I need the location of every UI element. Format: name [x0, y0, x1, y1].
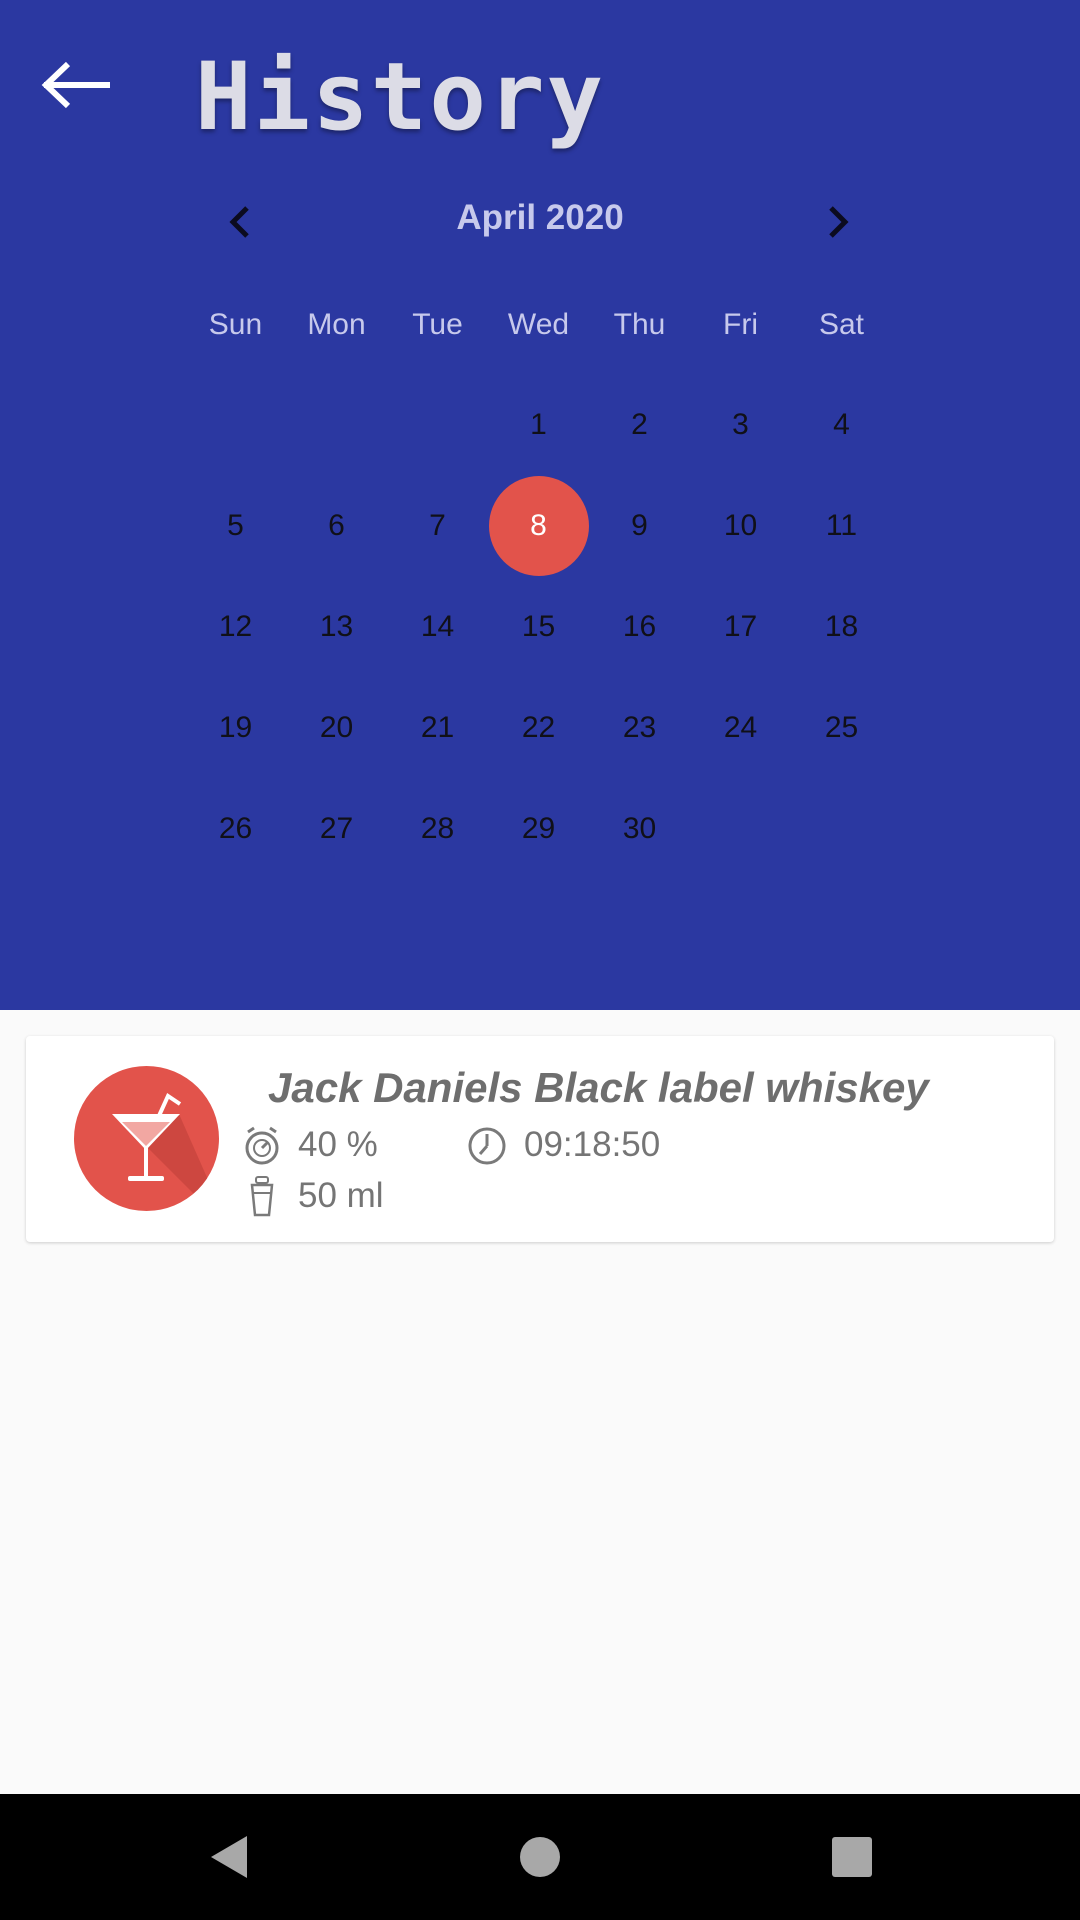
calendar-day[interactable]: 28	[387, 778, 488, 879]
calendar-day[interactable]: 5	[185, 475, 286, 576]
calendar-day-number: 10	[723, 508, 758, 542]
calendar-day[interactable]: 6	[286, 475, 387, 576]
calendar-day-number: 11	[825, 508, 858, 542]
calendar-day-number: 30	[622, 811, 657, 845]
calendar-day-number: 3	[732, 407, 749, 441]
calendar-empty-cell	[791, 778, 892, 879]
clock-icon	[468, 1127, 506, 1165]
calendar-day[interactable]: 10	[690, 475, 791, 576]
calendar-day[interactable]: 1	[488, 374, 589, 475]
weekday-header-row: Sun Mon Tue Wed Thu Fri Sat	[185, 300, 895, 350]
calendar-day-number: 24	[723, 710, 758, 744]
calendar-day[interactable]: 16	[589, 576, 690, 677]
abv-stat: 40 %	[242, 1122, 378, 1168]
calendar-day-number: 14	[420, 609, 455, 643]
calendar-day-number: 16	[622, 609, 657, 643]
calendar-day[interactable]: 19	[185, 677, 286, 778]
calendar-day[interactable]: 14	[387, 576, 488, 677]
calendar-day[interactable]: 13	[286, 576, 387, 677]
calendar-day-number: 17	[723, 609, 758, 643]
calendar-day-number: 20	[319, 710, 354, 744]
calendar-day[interactable]: 27	[286, 778, 387, 879]
calendar-day-number: 1	[530, 407, 547, 441]
calendar-day-number: 5	[227, 508, 244, 542]
calendar-day-number: 8	[488, 475, 589, 576]
calendar-day[interactable]: 18	[791, 576, 892, 677]
previous-month-chevron-icon[interactable]	[207, 190, 271, 254]
cocktail-icon	[74, 1066, 219, 1211]
month-label: April 2020	[456, 198, 624, 237]
system-navigation-bar	[0, 1794, 1080, 1920]
calendar-day-number: 28	[420, 811, 455, 845]
time-value: 09:18:50	[524, 1125, 661, 1164]
volume-stat: 50 ml	[242, 1173, 384, 1219]
calendar-day-number: 22	[521, 710, 556, 744]
weekday-label: Fri	[723, 308, 758, 341]
calendar-day-number: 12	[218, 609, 253, 643]
page-title: History	[195, 43, 606, 152]
next-month-chevron-icon[interactable]	[807, 190, 871, 254]
calendar-empty-cell	[387, 374, 488, 475]
drink-name: Jack Daniels Black label whiskey	[268, 1064, 929, 1111]
history-header: History April 2020 Sun Mon Tue Wed Thu F…	[0, 0, 1080, 1010]
back-arrow-icon[interactable]	[40, 60, 130, 120]
weekday-label: Sat	[818, 308, 865, 341]
back-triangle-icon[interactable]	[203, 1832, 263, 1882]
calendar-day-number: 18	[824, 609, 859, 643]
calendar-day-number: 15	[521, 609, 556, 643]
calendar-day-number: 6	[328, 508, 345, 542]
gauge-icon	[245, 1126, 279, 1165]
weekday-label: Mon	[307, 308, 366, 341]
calendar-day-number: 26	[218, 811, 253, 845]
volume-value: 50 ml	[298, 1176, 384, 1215]
calendar-day-number: 13	[319, 609, 354, 643]
calendar-day-grid: 1 2 3 4 5 6 7 8 9 10 11 12 13 14 15 16 17 18 19 20 21 22 23 24 2…	[185, 374, 895, 879]
calendar-empty-cell	[690, 778, 791, 879]
calendar-day[interactable]: 3	[690, 374, 791, 475]
calendar-day-number: 7	[429, 508, 446, 542]
calendar-day[interactable]: 12	[185, 576, 286, 677]
calendar-day-number: 9	[631, 508, 648, 542]
calendar-day[interactable]: 24	[690, 677, 791, 778]
home-circle-icon[interactable]	[510, 1832, 570, 1882]
calendar-day-number: 19	[218, 710, 253, 744]
calendar-day[interactable]: 7	[387, 475, 488, 576]
calendar-day-number: 2	[631, 407, 648, 441]
calendar-day-number: 27	[319, 811, 354, 845]
abv-value: 40 %	[298, 1125, 378, 1164]
calendar-day[interactable]: 9	[589, 475, 690, 576]
calendar-day[interactable]: 29	[488, 778, 589, 879]
calendar-day[interactable]: 25	[791, 677, 892, 778]
recents-square-icon[interactable]	[820, 1832, 880, 1882]
calendar-day[interactable]: 30	[589, 778, 690, 879]
time-stat: 09:18:50	[466, 1122, 660, 1168]
weekday-label: Thu	[613, 308, 666, 341]
weekday-label: Tue	[412, 308, 463, 341]
calendar-day[interactable]: 2	[589, 374, 690, 475]
calendar-day[interactable]: 20	[286, 677, 387, 778]
calendar-day-number: 21	[420, 710, 455, 744]
calendar-day-selected[interactable]: 8	[488, 475, 589, 576]
calendar-day-number: 29	[521, 811, 556, 845]
calendar-day[interactable]: 23	[589, 677, 690, 778]
calendar-day[interactable]: 11	[791, 475, 892, 576]
calendar-day[interactable]: 17	[690, 576, 791, 677]
weekday-label: Wed	[507, 308, 570, 341]
calendar-day-number: 4	[833, 407, 850, 441]
calendar-day[interactable]: 26	[185, 778, 286, 879]
shaker-icon	[250, 1176, 274, 1217]
calendar-empty-cell	[286, 374, 387, 475]
weekday-label: Sun	[208, 308, 263, 341]
calendar-day-number: 23	[622, 710, 657, 744]
calendar-day-number: 25	[824, 710, 859, 744]
calendar-day[interactable]: 21	[387, 677, 488, 778]
calendar-day[interactable]: 4	[791, 374, 892, 475]
calendar-day[interactable]: 15	[488, 576, 589, 677]
calendar-day[interactable]: 22	[488, 677, 589, 778]
calendar-empty-cell	[185, 374, 286, 475]
